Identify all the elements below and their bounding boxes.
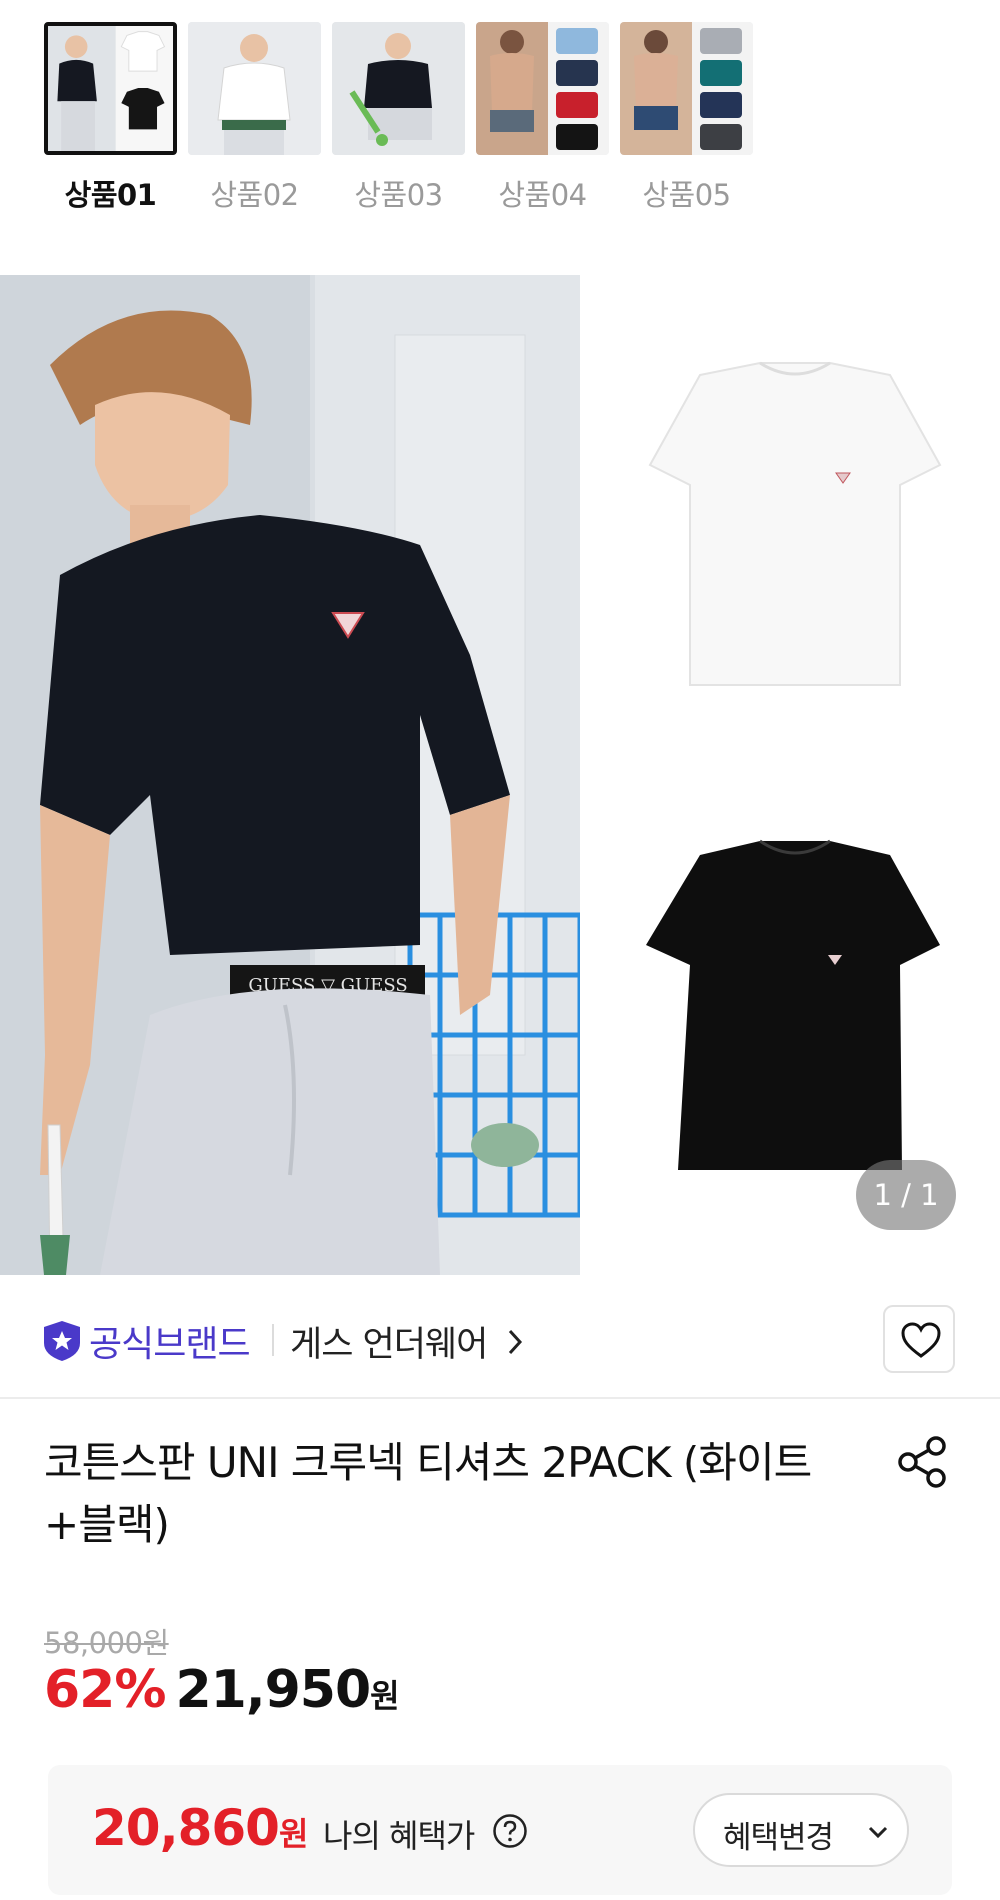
sale-price: 21,950 [175, 1660, 371, 1720]
thumbnail-label-02[interactable]: 상품02 [188, 172, 321, 214]
thumbnail-product-01-image [48, 26, 173, 151]
benefit-price-label: 나의 혜택가 [323, 1817, 475, 1855]
original-price: 58,000원 [44, 1626, 169, 1660]
benefit-price: 20,860원 [92, 1799, 308, 1857]
benefit-price-unit: 원 [278, 1815, 308, 1853]
question-circle-icon[interactable] [492, 1813, 528, 1849]
official-brand-shield-icon [44, 1321, 80, 1361]
thumbnail-product-03[interactable] [332, 22, 465, 155]
chevron-right-icon[interactable] [506, 1327, 524, 1357]
share-icon[interactable] [894, 1434, 950, 1490]
discount-rate: 62% [44, 1660, 166, 1720]
thumbnail-product-02-image [188, 22, 321, 155]
thumbnail-product-05[interactable] [620, 22, 753, 155]
thumbnail-product-04-image [476, 22, 609, 155]
thumbnail-label-01[interactable]: 상품01 [44, 172, 177, 214]
chevron-down-icon [868, 1826, 888, 1839]
product-thumbnail-strip: 상품01 상품02 상품03 상품04 상품05 [0, 0, 1000, 230]
thumbnail-label-05[interactable]: 상품05 [620, 172, 753, 214]
hero-photo: GUESS ▽ GUESS [0, 275, 1000, 1275]
benefit-price-box: 20,860원 나의 혜택가 혜택변경 [48, 1765, 952, 1895]
change-benefit-label: 혜택변경 [723, 1820, 834, 1856]
change-benefit-button[interactable]: 혜택변경 [693, 1793, 909, 1867]
product-title: 코튼스판 UNI 크루넥 티셔츠 2PACK (화이트+블랙) [44, 1438, 812, 1549]
thumbnail-product-03-image [332, 22, 465, 155]
thumbnail-product-02[interactable] [188, 22, 321, 155]
brand-name-link[interactable]: 게스 언더웨어 [290, 1316, 488, 1367]
thumbnail-product-04[interactable] [476, 22, 609, 155]
wishlist-button[interactable] [883, 1305, 955, 1373]
brand-bar: 공식브랜드 게스 언더웨어 [0, 1275, 1000, 1399]
thumbnail-product-01[interactable] [44, 22, 177, 155]
benefit-price-value: 20,860 [92, 1799, 280, 1857]
image-page-counter: 1 / 1 [856, 1160, 956, 1230]
thumbnail-label-03[interactable]: 상품03 [332, 172, 465, 214]
official-brand-label: 공식브랜드 [89, 1324, 251, 1365]
sale-price-row: 62% 21,950원 [44, 1660, 400, 1730]
product-hero-image[interactable]: GUESS ▽ GUESS [0, 275, 1000, 1275]
sale-price-unit: 원 [370, 1677, 400, 1715]
heart-icon [901, 1322, 941, 1358]
thumbnail-label-04[interactable]: 상품04 [476, 172, 609, 214]
thumbnail-product-05-image [620, 22, 753, 155]
brand-divider [272, 1324, 274, 1356]
